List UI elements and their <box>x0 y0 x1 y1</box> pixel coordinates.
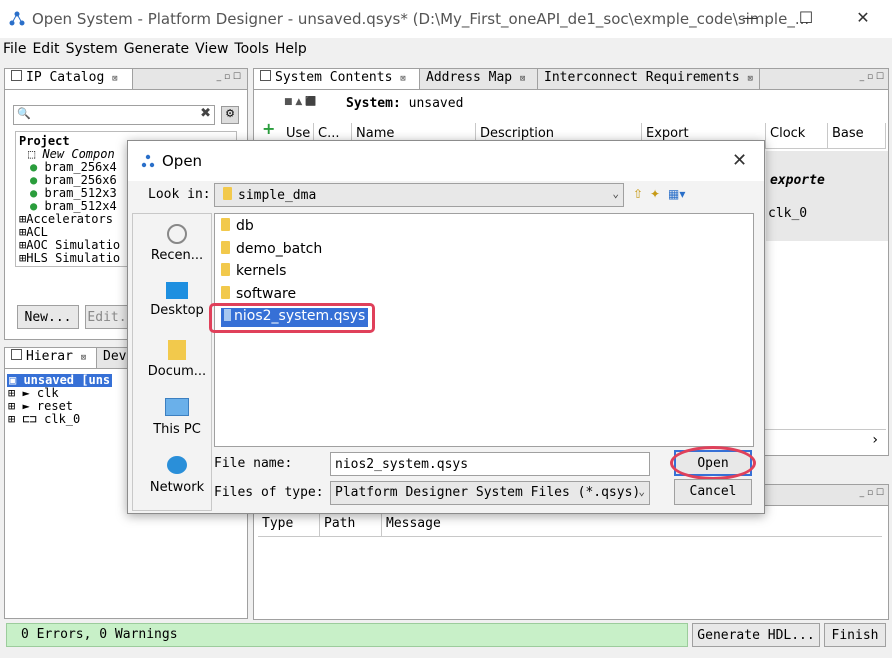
up-folder-icon[interactable]: ⇧ <box>633 187 643 201</box>
search-icon: 🔍 <box>17 107 31 120</box>
edit-component-button[interactable]: Edit. <box>85 305 129 329</box>
hierarchy-item[interactable]: ⊞ ⊏⊐ clk_0 <box>8 413 80 426</box>
tab-address-map[interactable]: Address Map ⊠ <box>420 69 538 89</box>
app-icon <box>141 154 155 168</box>
search-options-icon[interactable]: ⚙ <box>221 106 239 124</box>
col-type[interactable]: Type <box>258 513 320 537</box>
computer-icon <box>165 398 189 416</box>
file-name-input[interactable] <box>330 452 650 476</box>
minimize-button[interactable]: — <box>730 8 770 30</box>
file-list: db demo_batch kernels software nios2_sys… <box>209 213 754 447</box>
clock-icon <box>167 224 187 244</box>
new-folder-icon[interactable]: ✦ <box>650 187 660 201</box>
dialog-title: Open <box>162 152 203 170</box>
close-window-button[interactable]: ✕ <box>843 8 883 30</box>
status-message: 0 Errors, 0 Warnings <box>6 623 688 647</box>
menu-bar: File Edit System Generate View Tools Help <box>0 39 892 61</box>
file-item-db[interactable]: db <box>221 218 254 238</box>
look-in-label: Look in: <box>148 187 211 202</box>
ip-catalog-tabstrip: IP Catalog ⊠ _ ▫ ☐ <box>5 69 247 90</box>
title-bar: Open System - Platform Designer - unsave… <box>0 0 892 38</box>
documents-icon <box>168 340 186 360</box>
open-dialog: Open ✕ Look in: simple_dma ⌄ ⇧ ✦ ▦▾ Rece… <box>127 140 765 514</box>
open-button-highlight <box>670 446 756 480</box>
window-title: Open System - Platform Designer - unsave… <box>32 10 810 28</box>
network-icon <box>167 456 187 474</box>
system-label: System: unsaved <box>346 96 464 111</box>
tab-interconnect-requirements[interactable]: Interconnect Requirements ⊠ <box>538 69 760 89</box>
tab-hierarchy[interactable]: Hierar ⊠ <box>5 348 97 368</box>
chevron-down-icon: ⌄ <box>638 485 645 498</box>
menu-edit[interactable]: Edit <box>29 39 62 57</box>
add-icon[interactable]: + <box>262 119 275 138</box>
cancel-button[interactable]: Cancel <box>674 479 752 505</box>
panel-controls-icon[interactable]: _ ▫ ☐ <box>860 72 884 82</box>
app-icon <box>9 11 25 26</box>
export-cell: exporte <box>770 173 825 188</box>
panel-controls-icon[interactable]: _ ▫ ☐ <box>860 488 884 498</box>
new-component-button[interactable]: New... <box>17 305 79 329</box>
scroll-right-icon[interactable]: › <box>872 432 878 448</box>
place-desktop[interactable]: Desktop <box>141 282 213 318</box>
desktop-icon <box>166 282 188 299</box>
file-type-label: Files of type: <box>214 485 324 500</box>
look-in-select[interactable]: simple_dma ⌄ <box>214 183 624 207</box>
menu-system[interactable]: System <box>63 39 121 57</box>
tab-system-contents[interactable]: System Contents ⊠ <box>254 69 420 89</box>
view-menu-icon[interactable]: ▦▾ <box>668 187 685 201</box>
menu-view[interactable]: View <box>192 39 231 57</box>
folder-icon <box>221 286 230 299</box>
place-this-pc[interactable]: This PC <box>141 398 213 437</box>
grid-icon <box>11 70 22 81</box>
file-item-kernels[interactable]: kernels <box>221 263 286 283</box>
col-base[interactable]: Base <box>828 123 886 149</box>
generate-hdl-button[interactable]: Generate HDL... <box>692 623 820 647</box>
col-clock[interactable]: Clock <box>766 123 828 149</box>
menu-tools[interactable]: Tools <box>231 39 272 57</box>
grid-icon <box>260 70 271 81</box>
folder-icon <box>221 241 230 254</box>
places-bar: Recen... Desktop Docum... This PC Networ… <box>132 213 212 511</box>
chevron-down-icon: ⌄ <box>612 187 619 200</box>
file-name-label: File name: <box>214 456 293 471</box>
tree-group[interactable]: ⊞HLS Simulatio <box>19 252 120 265</box>
finish-button[interactable]: Finish <box>824 623 886 647</box>
file-type-select[interactable]: Platform Designer System Files (*.qsys) … <box>330 481 650 505</box>
maximize-button[interactable]: ☐ <box>786 8 826 30</box>
panel-controls-icon[interactable]: _ ▫ ☐ <box>217 72 241 82</box>
dialog-title-bar: Open ✕ <box>128 141 764 181</box>
file-item-demo-batch[interactable]: demo_batch <box>221 241 322 261</box>
clock-cell: clk_0 <box>768 206 808 221</box>
folder-icon <box>223 187 232 200</box>
ip-search-input[interactable]: 🔍 ✖ <box>13 105 215 125</box>
menu-help[interactable]: Help <box>272 39 310 57</box>
system-tabstrip: System Contents ⊠ Address Map ⊠ Intercon… <box>254 69 888 90</box>
folder-icon <box>221 263 230 276</box>
table-row[interactable] <box>766 151 888 241</box>
col-path[interactable]: Path <box>320 513 382 537</box>
menu-generate[interactable]: Generate <box>121 39 192 57</box>
highlight-outline <box>209 303 375 333</box>
col-message[interactable]: Message <box>382 513 882 537</box>
system-nav-icons[interactable]: ■ ▲ ⬛ <box>284 97 316 107</box>
place-recent[interactable]: Recen... <box>141 224 213 263</box>
clear-search-icon[interactable]: ✖ <box>200 106 211 121</box>
tab-ip-catalog[interactable]: IP Catalog ⊠ <box>5 69 133 89</box>
hierarchy-icon <box>11 349 22 360</box>
place-network[interactable]: Network <box>141 456 213 495</box>
menu-file[interactable]: File <box>0 39 29 57</box>
folder-icon <box>221 218 230 231</box>
dialog-close-button[interactable]: ✕ <box>732 150 747 171</box>
place-documents[interactable]: Docum... <box>141 340 213 379</box>
